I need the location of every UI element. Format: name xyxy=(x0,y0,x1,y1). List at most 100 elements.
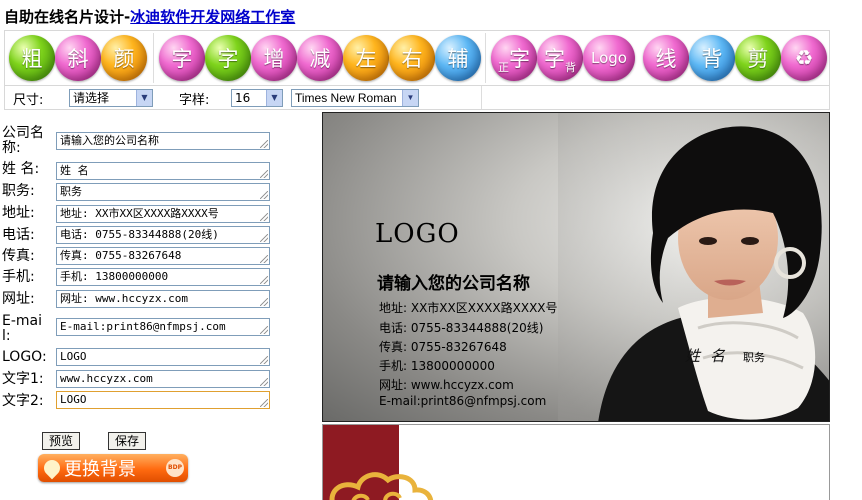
background-button[interactable]: 背 xyxy=(689,35,735,81)
email-input[interactable]: E-mail:print86@nfmpsj.com xyxy=(56,318,270,336)
char-spacing-right-label: 字 xyxy=(217,47,239,71)
size-select-value: 请选择 xyxy=(73,91,110,105)
card-position: 职务 xyxy=(743,351,765,364)
options-row: 尺寸: 请选择 ▼ 字样: 16 ▼ Times New Roman ▼ xyxy=(4,86,830,110)
phone-input[interactable]: 电话: 0755-83344888(20线) xyxy=(56,226,270,244)
toolbar-divider xyxy=(485,33,486,83)
background-button-label: 背 xyxy=(701,47,723,71)
page-title: 自助在线名片设计-冰迪软件开发网络工作室 xyxy=(4,6,295,27)
text-front-prefix: 正 xyxy=(498,61,509,74)
card-person-name: 姓名 xyxy=(685,347,736,365)
chevron-down-icon: ▼ xyxy=(402,90,418,106)
text-back-label: 字 xyxy=(544,47,565,71)
toolbar-divider xyxy=(153,33,154,83)
color-button[interactable]: 颜 xyxy=(101,35,147,81)
address-input[interactable]: 地址: XX市XX区XXXX路XXXX号 xyxy=(56,205,270,223)
logo-input-value: LOGO xyxy=(60,350,87,363)
position-input-value: 职务 xyxy=(60,185,82,198)
change-background-label: 更换背景 xyxy=(64,459,136,480)
fax-input-value: 传真: 0755-83267648 xyxy=(60,249,182,262)
resize-grip-icon xyxy=(260,326,268,334)
line-button[interactable]: 线 xyxy=(643,35,689,81)
card-preview: LOGO 请输入您的公司名称 地址: XX市XX区XXXX路XXXX号 电话: … xyxy=(322,112,830,422)
resize-grip-icon xyxy=(260,276,268,284)
card-mobile: 手机: 13800000000 xyxy=(379,359,495,373)
logo-input[interactable]: LOGO xyxy=(56,348,270,366)
recycle-button[interactable]: ♻ xyxy=(781,35,827,81)
fax-label: 传真: xyxy=(2,248,35,264)
text-front-label: 字 xyxy=(509,47,530,71)
preview-button[interactable]: 预览 xyxy=(42,432,81,450)
card-email: E-mail:print86@nfmpsj.com xyxy=(379,394,547,408)
resize-grip-icon xyxy=(260,213,268,221)
size-label: 尺寸: xyxy=(13,93,44,108)
resize-grip-icon xyxy=(260,140,268,148)
text1-label: 文字1: xyxy=(2,371,44,387)
text1-input[interactable]: www.hccyzx.com xyxy=(56,370,270,388)
italic-button[interactable]: 斜 xyxy=(55,35,101,81)
increase-button-label: 增 xyxy=(263,47,285,71)
card-address: 地址: XX市XX区XXXX路XXXX号 xyxy=(379,301,558,315)
text-back-button[interactable]: 字背 xyxy=(537,35,583,81)
page-title-text: 自助在线名片设计- xyxy=(4,8,131,26)
font-size-select[interactable]: 16 ▼ xyxy=(231,89,283,107)
cut-button-label: 剪 xyxy=(747,47,769,71)
text-front-button[interactable]: 正字 xyxy=(491,35,537,81)
logo-button[interactable]: Logo xyxy=(583,35,635,81)
website-label: 网址: xyxy=(2,291,35,307)
options-divider xyxy=(481,86,482,109)
logo-label: LOGO: xyxy=(2,349,47,365)
font-label: 字样: xyxy=(179,93,210,108)
resize-grip-icon xyxy=(260,399,268,407)
card-logo-text: LOGO xyxy=(375,219,460,249)
recycle-icon: ♻ xyxy=(794,46,814,70)
website-input[interactable]: 网址: www.hccyzx.com xyxy=(56,290,270,308)
char-spacing-right-button[interactable]: 字 xyxy=(205,35,251,81)
format-toolbar: 粗 斜 颜 字 字 增 减 左 右 辅 正字 字背 Logo 线 背 剪 ♻ xyxy=(4,30,830,86)
fax-input[interactable]: 传真: 0755-83267648 xyxy=(56,247,270,265)
bold-button[interactable]: 粗 xyxy=(9,35,55,81)
grid-button[interactable]: 辅 xyxy=(435,35,481,81)
change-background-button[interactable]: 更换背景 BDP xyxy=(38,454,188,482)
resize-grip-icon xyxy=(260,255,268,263)
card-back-preview xyxy=(322,424,830,500)
size-select[interactable]: 请选择 ▼ xyxy=(69,89,153,107)
mobile-input-value: 手机: 13800000000 xyxy=(60,270,169,283)
address-label: 地址: xyxy=(2,205,35,221)
cloud-pattern-icon xyxy=(329,472,434,500)
chevron-down-icon: ▼ xyxy=(136,90,152,106)
name-input[interactable]: 姓 名 xyxy=(56,162,270,180)
resize-grip-icon xyxy=(260,191,268,199)
text2-input[interactable]: LOGO xyxy=(56,391,270,409)
card-photo xyxy=(558,113,829,421)
resize-grip-icon xyxy=(260,356,268,364)
address-input-value: 地址: XX市XX区XXXX路XXXX号 xyxy=(60,207,219,220)
website-input-value: 网址: www.hccyzx.com xyxy=(60,292,188,305)
grid-button-label: 辅 xyxy=(447,47,469,71)
font-family-select[interactable]: Times New Roman ▼ xyxy=(291,89,419,107)
cut-button[interactable]: 剪 xyxy=(735,35,781,81)
font-size-select-value: 16 xyxy=(235,91,251,105)
name-label: 姓 名: xyxy=(2,161,40,177)
phone-label: 电话: xyxy=(2,227,35,243)
save-button[interactable]: 保存 xyxy=(108,432,147,450)
logo-button-label: Logo xyxy=(591,49,627,67)
email-label: E-mail: xyxy=(2,313,43,344)
align-right-button[interactable]: 右 xyxy=(389,35,435,81)
line-button-label: 线 xyxy=(655,47,677,71)
char-spacing-left-button[interactable]: 字 xyxy=(159,35,205,81)
phone-input-value: 电话: 0755-83344888(20线) xyxy=(60,228,219,241)
italic-button-label: 斜 xyxy=(67,47,89,71)
increase-button[interactable]: 增 xyxy=(251,35,297,81)
name-input-value: 姓 名 xyxy=(60,164,89,177)
decrease-button[interactable]: 减 xyxy=(297,35,343,81)
char-spacing-left-label: 字 xyxy=(171,47,193,71)
company-input[interactable]: 请输入您的公司名称 xyxy=(56,132,270,150)
email-input-value: E-mail:print86@nfmpsj.com xyxy=(60,320,226,333)
paint-drop-icon xyxy=(40,456,64,480)
mobile-input[interactable]: 手机: 13800000000 xyxy=(56,268,270,286)
position-input[interactable]: 职务 xyxy=(56,183,270,201)
card-company-name: 请输入您的公司名称 xyxy=(377,274,530,294)
align-left-button[interactable]: 左 xyxy=(343,35,389,81)
studio-link[interactable]: 冰迪软件开发网络工作室 xyxy=(130,8,295,26)
